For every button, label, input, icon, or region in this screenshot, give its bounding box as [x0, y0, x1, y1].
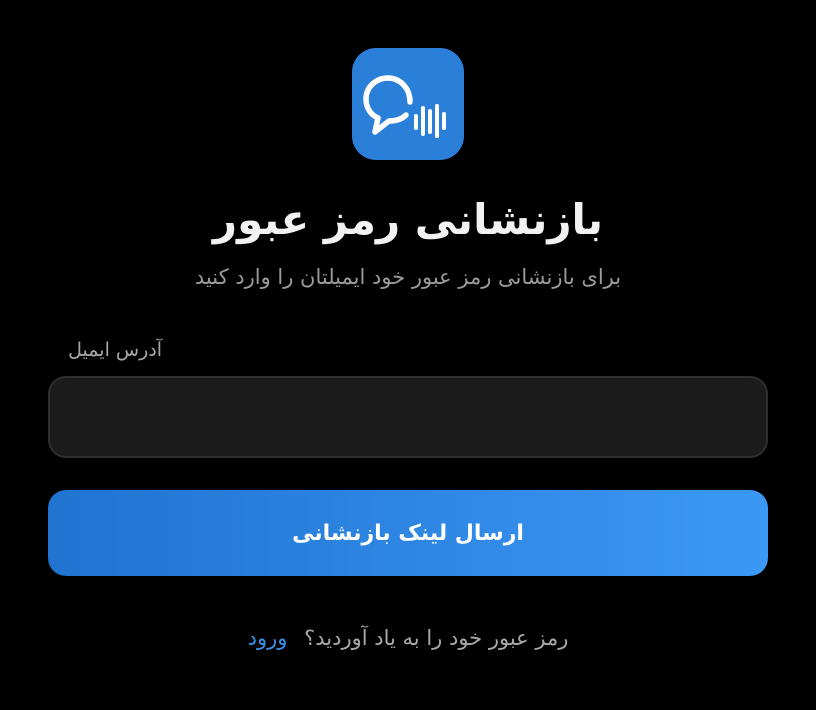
send-reset-link-button[interactable]: ارسال لینک بازنشانی [48, 490, 768, 576]
email-field[interactable] [48, 376, 768, 458]
page-subtitle: برای بازنشانی رمز عبور خود ایمیلتان را و… [194, 265, 622, 289]
remembered-password-prompt: رمز عبور خود را به یاد آوردید؟ [304, 626, 569, 650]
login-link[interactable]: ورود [248, 626, 288, 650]
footer: رمز عبور خود را به یاد آوردید؟ ورود [0, 622, 816, 654]
page-title: بازنشانی رمز عبور [212, 195, 604, 244]
chat-bubble-voice-icon [363, 75, 446, 138]
app-logo [352, 48, 464, 160]
email-label: آدرس ایمیل [68, 339, 162, 361]
reset-password-page: بازنشانی رمز عبور برای بازنشانی رمز عبور… [0, 0, 816, 710]
